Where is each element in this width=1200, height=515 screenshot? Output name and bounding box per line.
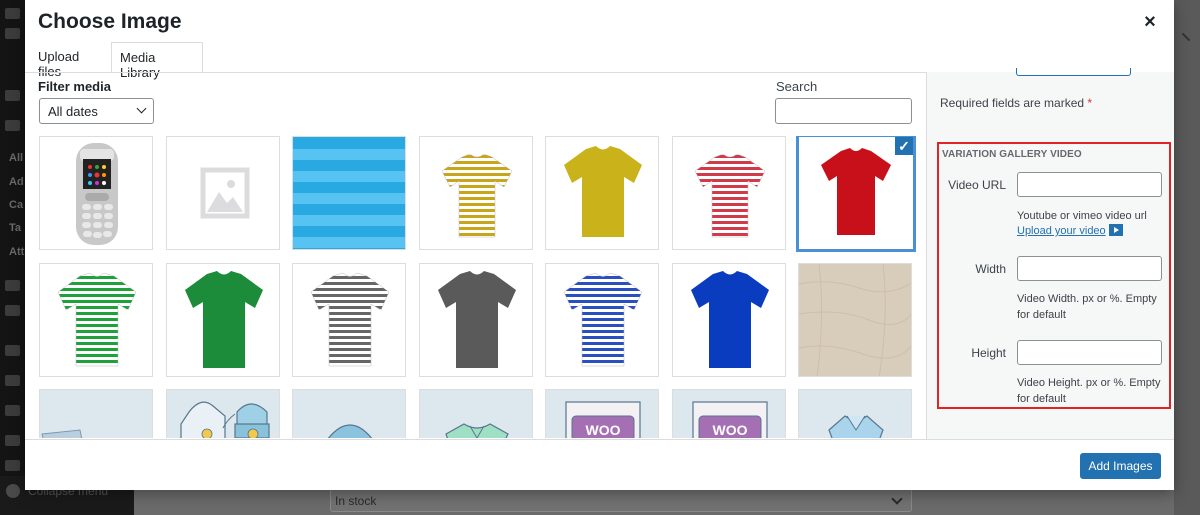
media-item-woo-poster-1[interactable]: WOO <box>545 389 659 438</box>
media-grid: ✓ WOO WOO <box>39 136 927 438</box>
admin-menu-icon <box>5 435 20 446</box>
height-help: Video Height. px or %. Empty for default <box>1017 377 1161 405</box>
required-fields-text: Required fields are marked <box>940 96 1085 110</box>
admin-menu-icon <box>5 345 20 356</box>
upload-video-link[interactable]: Upload your video <box>1017 224 1123 237</box>
admin-menu-icon <box>5 120 20 131</box>
partial-input-field[interactable] <box>1016 68 1131 76</box>
media-item-woo-poster-2[interactable]: WOO <box>672 389 786 438</box>
search-label: Search <box>776 79 818 94</box>
modal-footer: Add Images <box>25 440 1174 490</box>
tab-upload-files[interactable]: Upload files <box>30 42 87 79</box>
media-item-cap-sketch[interactable] <box>292 389 406 438</box>
admin-menu-label: Ta <box>9 222 22 234</box>
search-input[interactable] <box>775 98 912 124</box>
svg-text:WOO: WOO <box>713 422 748 438</box>
video-url-label: Video URL <box>948 178 1006 192</box>
required-fields-note: Required fields are marked * <box>940 96 1092 110</box>
play-icon <box>1108 224 1123 236</box>
media-item-red-tshirt[interactable]: ✓ <box>796 136 916 252</box>
media-item-green-striped-tshirt[interactable] <box>39 263 153 377</box>
admin-menu-icon <box>5 8 20 19</box>
video-section-title: VARIATION GALLERY VIDEO <box>942 149 1082 160</box>
media-item-nokia-phone[interactable] <box>39 136 153 250</box>
attachment-details-sidebar: Required fields are marked * VARIATION G… <box>926 68 1174 439</box>
media-item-blue-striped-tshirt[interactable] <box>545 263 659 377</box>
admin-menu-label: Ca <box>9 199 24 211</box>
filter-media-label: Filter media <box>38 79 111 94</box>
admin-menu-icon <box>5 90 20 101</box>
media-item-blue-stripes[interactable] <box>292 136 406 250</box>
admin-menu-icon <box>5 280 20 291</box>
media-item-placeholder[interactable] <box>166 136 280 250</box>
chevron-down-icon <box>136 103 147 114</box>
svg-text:WOO: WOO <box>586 422 621 438</box>
video-url-help: Youtube or vimeo video url <box>1017 210 1147 222</box>
admin-menu-icon <box>5 405 20 416</box>
width-input[interactable] <box>1017 256 1162 281</box>
media-item-gray-striped-tshirt[interactable] <box>292 263 406 377</box>
tab-media-library[interactable]: Media Library <box>111 42 203 80</box>
stock-status-value: In stock <box>335 494 377 508</box>
media-item-gray-tshirt[interactable] <box>419 263 533 377</box>
admin-menu-label: Ad <box>9 176 24 188</box>
media-item-jeans-sketch[interactable] <box>39 389 153 438</box>
media-item-shirt-sketch[interactable] <box>419 389 533 438</box>
tabs-divider <box>25 72 926 73</box>
media-item-blue-tshirt[interactable] <box>672 263 786 377</box>
date-filter-select[interactable]: All dates <box>39 98 154 124</box>
media-item-yellow-striped-tshirt[interactable] <box>419 136 533 250</box>
media-item-polo-sketch[interactable] <box>798 389 912 438</box>
width-label: Width <box>975 262 1006 276</box>
choose-image-modal: Choose Image × Upload files Media Librar… <box>25 0 1174 490</box>
admin-menu-icon <box>5 305 20 316</box>
add-images-button[interactable]: Add Images <box>1080 453 1161 479</box>
media-item-yellow-tshirt[interactable] <box>545 136 659 250</box>
selected-check-icon[interactable]: ✓ <box>893 137 913 157</box>
height-input[interactable] <box>1017 340 1162 365</box>
background-right-panel <box>1174 0 1200 515</box>
width-help: Video Width. px or %. Empty for default <box>1017 293 1157 321</box>
admin-menu-icon <box>5 460 20 471</box>
date-filter-value: All dates <box>48 104 98 119</box>
collapse-icon <box>6 484 20 498</box>
admin-menu-icon <box>5 28 20 39</box>
background-close-icon <box>1181 32 1191 42</box>
modal-title: Choose Image <box>38 10 182 33</box>
video-url-input[interactable] <box>1017 172 1162 197</box>
admin-sidebar: All Ad Ca Ta Att <box>0 0 25 515</box>
media-item-red-striped-tshirt[interactable] <box>672 136 786 250</box>
variation-gallery-video-section: VARIATION GALLERY VIDEO Video URL Youtub… <box>937 142 1171 409</box>
admin-menu-icon <box>5 375 20 386</box>
media-item-green-tshirt[interactable] <box>166 263 280 377</box>
height-label: Height <box>971 346 1006 360</box>
upload-video-link-text[interactable]: Upload your video <box>1017 225 1106 237</box>
admin-menu-label: All <box>9 152 24 164</box>
media-item-hoodie-beanie-sketch[interactable] <box>166 389 280 438</box>
admin-menu-label: Att <box>9 246 25 258</box>
close-button[interactable]: × <box>1138 10 1162 34</box>
required-star: * <box>1087 96 1093 110</box>
media-item-beige-fabric[interactable] <box>798 263 912 377</box>
